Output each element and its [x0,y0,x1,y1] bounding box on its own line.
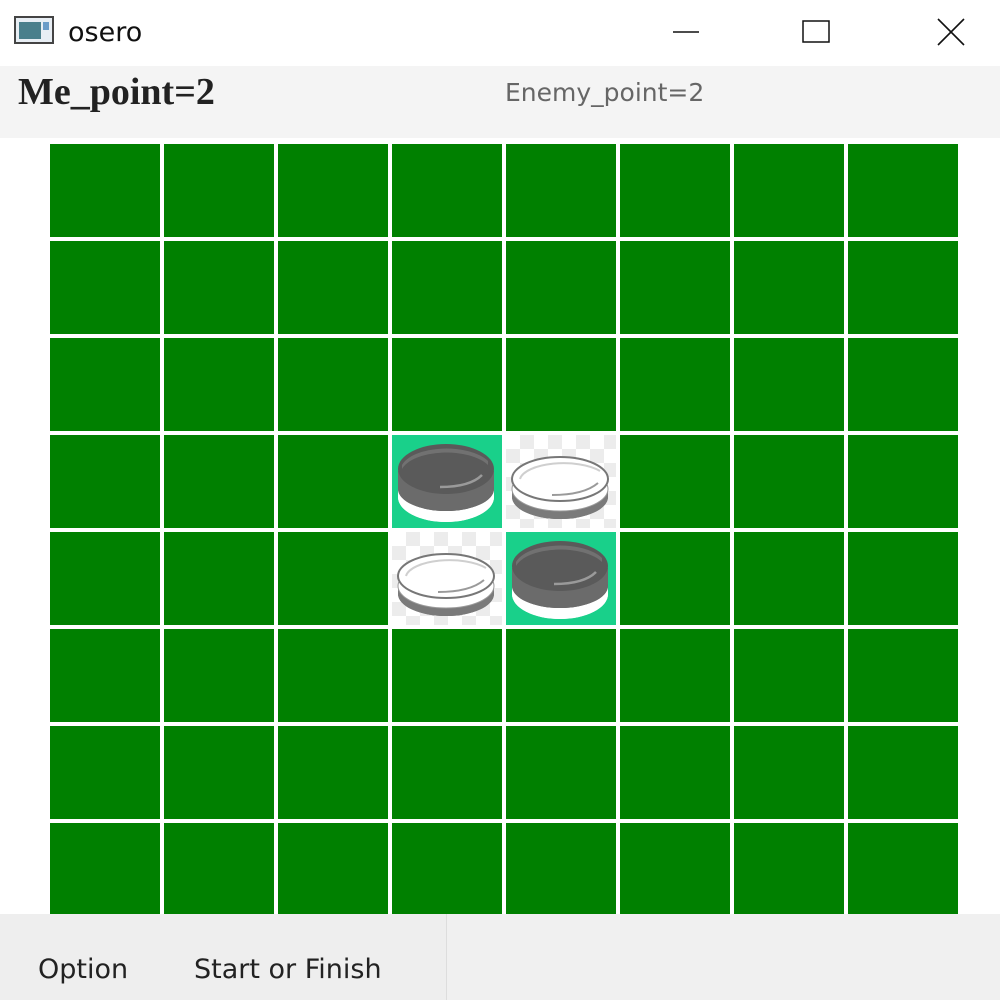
board-cell-r5-c4[interactable] [506,629,616,722]
black-disc-icon [512,541,608,619]
board-cell-r3-c1[interactable] [164,435,274,528]
board-cell-r4-c1[interactable] [164,532,274,625]
board-cell-r7-c5[interactable] [620,823,730,916]
board-cell-r0-c3[interactable] [392,144,502,237]
board-cell-r1-c7[interactable] [848,241,958,334]
board-cell-r5-c5[interactable] [620,629,730,722]
board-cell-r1-c4[interactable] [506,241,616,334]
board-cell-r5-c6[interactable] [734,629,844,722]
board-cell-r1-c2[interactable] [278,241,388,334]
board-cell-r0-c0[interactable] [50,144,160,237]
board-cell-r3-c5[interactable] [620,435,730,528]
board-cell-r1-c0[interactable] [50,241,160,334]
board-cell-r5-c2[interactable] [278,629,388,722]
board-cell-r0-c5[interactable] [620,144,730,237]
board-cell-r0-c6[interactable] [734,144,844,237]
board-cell-r0-c4[interactable] [506,144,616,237]
board-cell-r6-c3[interactable] [392,726,502,819]
maximize-icon [802,20,830,43]
board-cell-r6-c2[interactable] [278,726,388,819]
minimize-icon [673,31,699,33]
title-bar: osero [0,0,1000,66]
board-cell-r5-c0[interactable] [50,629,160,722]
board-cell-r3-c7[interactable] [848,435,958,528]
board-cell-r7-c4[interactable] [506,823,616,916]
board-cell-r2-c6[interactable] [734,338,844,431]
board-cell-r6-c6[interactable] [734,726,844,819]
board-cell-r3-c3[interactable] [392,435,502,528]
start-or-finish-button[interactable]: Start or Finish [194,954,382,985]
game-board [50,144,962,916]
board-cell-r5-c3[interactable] [392,629,502,722]
board-cell-r4-c3[interactable] [392,532,502,625]
board-cell-r2-c5[interactable] [620,338,730,431]
board-cell-r4-c5[interactable] [620,532,730,625]
option-button[interactable]: Option [38,954,128,985]
board-cell-r1-c3[interactable] [392,241,502,334]
board-cell-r2-c1[interactable] [164,338,274,431]
board-cell-r2-c0[interactable] [50,338,160,431]
board-cell-r4-c2[interactable] [278,532,388,625]
board-cell-r1-c5[interactable] [620,241,730,334]
board-cell-r7-c2[interactable] [278,823,388,916]
close-button[interactable] [921,8,981,56]
board-cell-r6-c0[interactable] [50,726,160,819]
board-cell-r6-c5[interactable] [620,726,730,819]
black-disc-icon [398,444,494,522]
me-point-label: Me_point=2 [18,71,215,113]
board-cell-r7-c7[interactable] [848,823,958,916]
enemy-point-label: Enemy_point=2 [505,78,705,107]
board-cell-r3-c4[interactable] [506,435,616,528]
maximize-button[interactable] [786,8,846,56]
board-cell-r7-c1[interactable] [164,823,274,916]
white-disc-icon [397,553,495,616]
board-cell-r7-c6[interactable] [734,823,844,916]
board-cell-r5-c7[interactable] [848,629,958,722]
board-cell-r4-c7[interactable] [848,532,958,625]
board-cell-r1-c6[interactable] [734,241,844,334]
board-cell-r1-c1[interactable] [164,241,274,334]
board-cell-r0-c2[interactable] [278,144,388,237]
score-header: Me_point=2 Enemy_point=2 [0,66,1000,138]
board-cell-r4-c4[interactable] [506,532,616,625]
board-cell-r7-c3[interactable] [392,823,502,916]
board-cell-r5-c1[interactable] [164,629,274,722]
board-cell-r2-c4[interactable] [506,338,616,431]
app-window-icon [14,16,54,44]
menu-strip: Option Start or Finish [0,914,447,1000]
board-cell-r2-c7[interactable] [848,338,958,431]
board-cell-r7-c0[interactable] [50,823,160,916]
board-cell-r3-c2[interactable] [278,435,388,528]
bottom-menu-bar: Option Start or Finish [0,914,1000,1000]
minimize-button[interactable] [656,8,716,56]
board-cell-r4-c0[interactable] [50,532,160,625]
board-cell-r3-c0[interactable] [50,435,160,528]
board-cell-r6-c1[interactable] [164,726,274,819]
board-cell-r2-c3[interactable] [392,338,502,431]
board-cell-r4-c6[interactable] [734,532,844,625]
board-cell-r6-c7[interactable] [848,726,958,819]
close-icon [937,18,965,46]
white-disc-icon [511,456,609,519]
board-cell-r3-c6[interactable] [734,435,844,528]
board-cell-r6-c4[interactable] [506,726,616,819]
board-cell-r0-c7[interactable] [848,144,958,237]
board-cell-r0-c1[interactable] [164,144,274,237]
window-title: osero [68,17,143,48]
board-cell-r2-c2[interactable] [278,338,388,431]
